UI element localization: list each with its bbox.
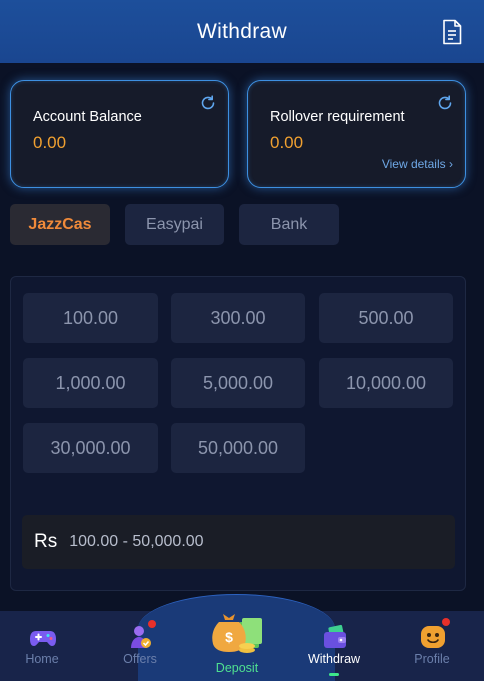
nav-label: Withdraw xyxy=(307,652,361,666)
svg-text:$: $ xyxy=(225,629,233,645)
notification-dot xyxy=(442,618,450,626)
page-title: Withdraw xyxy=(197,19,287,43)
chevron-right-icon: › xyxy=(449,157,453,171)
notification-dot xyxy=(148,620,156,628)
tab-bank[interactable]: Bank xyxy=(239,204,339,245)
amount-option[interactable]: 100.00 xyxy=(23,293,158,343)
nav-label: Profile xyxy=(414,652,450,666)
nav-home[interactable]: Home xyxy=(2,611,82,681)
document-icon[interactable] xyxy=(440,19,464,45)
amount-option[interactable]: 5,000.00 xyxy=(171,358,305,408)
rollover-label: Rollover requirement xyxy=(270,109,405,125)
account-balance-label: Account Balance xyxy=(33,109,142,125)
amount-option[interactable]: 300.00 xyxy=(171,293,305,343)
nav-label: Home xyxy=(25,652,59,666)
rollover-card: Rollover requirement 0.00 View details › xyxy=(247,80,466,188)
view-details-label: View details xyxy=(381,157,446,171)
active-indicator xyxy=(329,673,339,676)
header: Withdraw xyxy=(0,0,484,63)
rollover-value: 0.00 xyxy=(270,133,304,152)
refresh-icon[interactable] xyxy=(200,95,216,111)
amount-input[interactable] xyxy=(69,533,370,551)
refresh-icon[interactable] xyxy=(437,95,453,111)
gamepad-icon xyxy=(30,631,56,646)
amount-option[interactable]: 10,000.00 xyxy=(319,358,453,408)
nav-deposit[interactable]: $ Deposit xyxy=(197,604,277,681)
amount-option[interactable]: 500.00 xyxy=(319,293,453,343)
smiley-icon xyxy=(421,626,445,648)
nav-withdraw[interactable]: Withdraw xyxy=(294,611,374,681)
nav-offers[interactable]: Offers xyxy=(100,611,180,681)
amount-option[interactable]: 30,000.00 xyxy=(23,423,158,473)
nav-profile[interactable]: Profile xyxy=(392,611,472,681)
money-bag-icon: $ xyxy=(212,614,262,653)
amount-option[interactable]: 50,000.00 xyxy=(171,423,305,473)
amount-input-field[interactable]: Rs xyxy=(22,515,455,569)
tab-jazzcash[interactable]: JazzCas xyxy=(10,204,110,245)
amount-option[interactable]: 1,000.00 xyxy=(23,358,158,408)
account-balance-value: 0.00 xyxy=(33,133,67,152)
tab-easypaisa[interactable]: Easypai xyxy=(125,204,224,245)
wallet-icon xyxy=(324,624,346,648)
nav-label: Deposit xyxy=(215,661,259,675)
currency-label: Rs xyxy=(34,531,58,552)
view-details-link[interactable]: View details › xyxy=(382,157,453,171)
account-balance-card: Account Balance 0.00 xyxy=(10,80,229,188)
nav-label: Offers xyxy=(123,652,157,666)
